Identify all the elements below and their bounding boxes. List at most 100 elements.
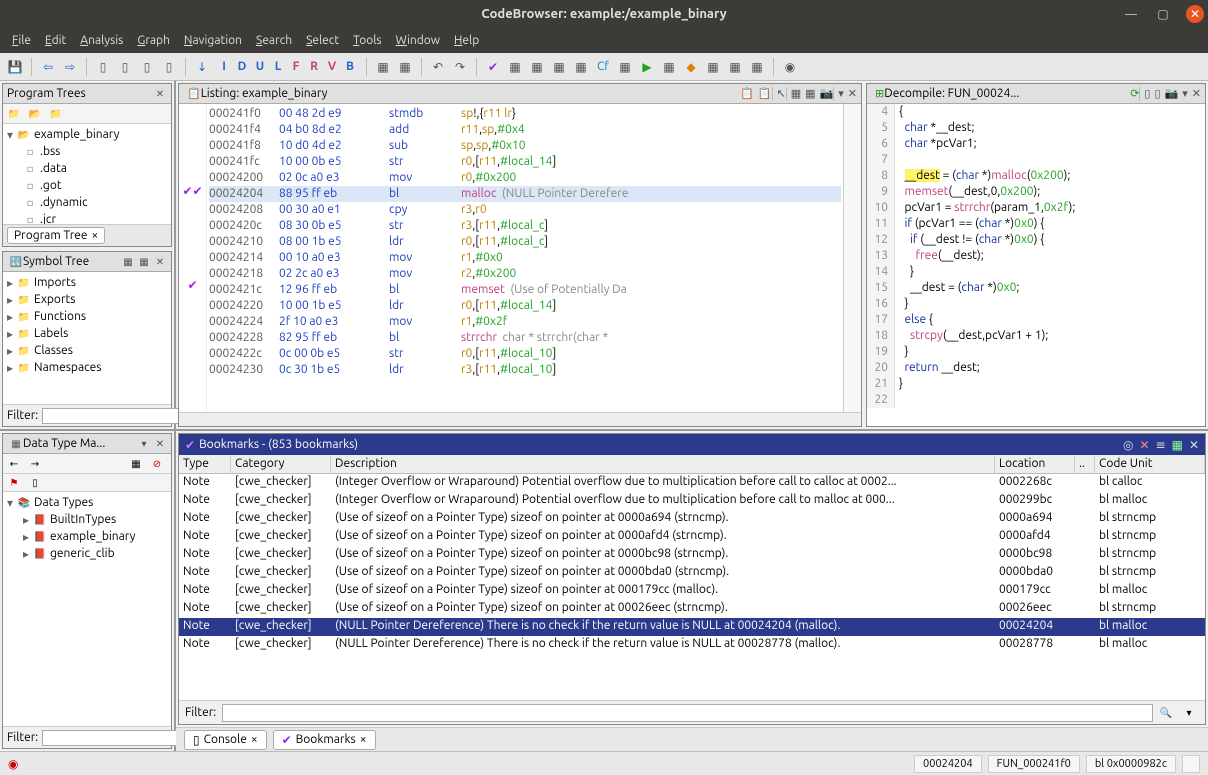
nav2-icon[interactable]: ▯ (116, 58, 134, 76)
asm-row[interactable]: 000242300c 30 1b e5ldrr3,[r11,#local_10] (209, 362, 841, 378)
bookmark-row[interactable]: Note[cwe_checker](Integer Overflow or Wr… (179, 474, 1205, 492)
symbol-folder-namespaces[interactable]: ▸📁Namespaces (5, 359, 169, 376)
toolbar-v-button[interactable]: V (323, 58, 341, 76)
decompile-line[interactable]: 16 } (867, 296, 1205, 312)
misc2-icon[interactable]: ▦ (396, 58, 414, 76)
tool12-icon[interactable]: ◉ (781, 58, 799, 76)
check-icon[interactable]: ✔ (484, 58, 502, 76)
bm-delete-icon[interactable]: ✕ (1139, 438, 1149, 452)
asm-row[interactable]: 000241f404 b0 8d e2addr11,sp,#0x4 (209, 122, 841, 138)
decompile-line[interactable]: 8 __dest = (char *)malloc(0x200); (867, 168, 1205, 184)
listing-content[interactable]: 000241f000 48 2d e9stmdbsp!,{r11 lr}0002… (207, 104, 843, 412)
toolbar-r-button[interactable]: R (305, 58, 323, 76)
bm-tool2-icon[interactable]: ≡ (1156, 438, 1166, 452)
snapshot-icon[interactable]: 📷 (820, 87, 834, 100)
bookmarks-tab[interactable]: ✔ Bookmarks × (273, 730, 376, 750)
asm-row[interactable]: 0002421802 2c a0 e3movr2,#0x200 (209, 266, 841, 282)
close-panel-icon[interactable]: ✕ (1192, 87, 1201, 100)
dtm-filter-input[interactable] (42, 730, 197, 746)
decomp-menu-icon[interactable]: ▾ (1182, 87, 1188, 100)
close-panel-icon[interactable]: ✕ (153, 255, 167, 269)
dtm-flag-icon[interactable]: ⚑ (7, 477, 21, 489)
tool9-icon[interactable]: ▦ (704, 58, 722, 76)
dtm-root[interactable]: ▾📚 Data Types (5, 494, 169, 511)
menu-help[interactable]: Help (450, 32, 483, 49)
tool8-icon[interactable]: ◆ (682, 58, 700, 76)
symbol-folder-exports[interactable]: ▸📁Exports (5, 291, 169, 308)
decompile-line[interactable]: 4{ (867, 104, 1205, 120)
back-icon[interactable]: ← (7, 458, 21, 470)
dtm-view-icon[interactable]: ▯ (28, 477, 42, 489)
symbol-filter-input[interactable] (42, 408, 197, 424)
tab-close-icon[interactable]: × (92, 229, 99, 242)
bookmark-row[interactable]: Note[cwe_checker](Use of sizeof on a Poi… (179, 564, 1205, 582)
menu-select[interactable]: Select (302, 32, 343, 49)
symbol-tool2-icon[interactable]: ▦ (137, 255, 151, 269)
bookmark-marker-icon[interactable]: ✔ (179, 278, 206, 294)
col-description[interactable]: Description (331, 455, 995, 473)
asm-row[interactable]: 0002421008 00 1b e5ldrr0,[r11,#local_c] (209, 234, 841, 250)
dtm-filter-icon[interactable]: ⊘ (150, 458, 164, 470)
symbol-folder-classes[interactable]: ▸📁Classes (5, 342, 169, 359)
h-scrollbar[interactable] (179, 412, 861, 426)
decompile-line[interactable]: 20 return __dest; (867, 360, 1205, 376)
decompile-line[interactable]: 12 if (__dest != (char *)0x0) { (867, 232, 1205, 248)
menu-search[interactable]: Search (252, 32, 296, 49)
bm-select-icon[interactable]: ▦ (1172, 438, 1183, 452)
dtm-item[interactable]: ▸📕BuiltInTypes (5, 511, 169, 528)
tool2-icon[interactable]: ▦ (528, 58, 546, 76)
bookmark-row[interactable]: Note[cwe_checker](Use of sizeof on a Poi… (179, 546, 1205, 564)
decompile-line[interactable]: 17 else { (867, 312, 1205, 328)
tree-section[interactable]: ▫.dynamic (5, 194, 169, 211)
close-panel-icon[interactable]: ✕ (153, 87, 167, 101)
tool11-icon[interactable]: ▦ (748, 58, 766, 76)
maximize-button[interactable]: ▢ (1154, 5, 1172, 23)
toolbar-u-button[interactable]: U (251, 58, 269, 76)
run-icon[interactable]: ▶ (638, 58, 656, 76)
filter-icon[interactable]: 🔍 (1159, 707, 1173, 719)
tree-section[interactable]: ▫.bss (5, 143, 169, 160)
decompile-line[interactable]: 15 __dest = (char *)0x0; (867, 280, 1205, 296)
export-icon[interactable]: ▯ (1144, 87, 1150, 100)
misc1-icon[interactable]: ▦ (374, 58, 392, 76)
refresh-icon[interactable]: ⟳ (1130, 87, 1139, 100)
decompile-content[interactable]: 4{5 char *__dest;6 char *pcVar1;7 8 __de… (867, 104, 1205, 426)
bookmarks-table-header[interactable]: Type Category Description Location .. Co… (179, 455, 1205, 474)
decompile-line[interactable]: 13 free(__dest); (867, 248, 1205, 264)
forward-icon[interactable]: ⇨ (61, 58, 79, 76)
redo-icon[interactable]: ↷ (451, 58, 469, 76)
menu-graph[interactable]: Graph (133, 32, 174, 49)
bookmark-row[interactable]: Note[cwe_checker](Use of sizeof on a Poi… (179, 510, 1205, 528)
asm-row[interactable]: 000241f810 d0 4d e2subsp,sp,#0x10 (209, 138, 841, 154)
tool4-icon[interactable]: ▦ (572, 58, 590, 76)
decompile-line[interactable]: 14 } (867, 264, 1205, 280)
col-dots[interactable]: .. (1075, 455, 1095, 473)
asm-row[interactable]: 0002420c08 30 0b e5strr3,[r11,#local_c] (209, 218, 841, 234)
folder-icon[interactable]: 📁 (7, 108, 21, 120)
toolbar-l-button[interactable]: L (269, 58, 287, 76)
decompile-line[interactable]: 22 (867, 392, 1205, 408)
close-button[interactable]: ✕ (1186, 5, 1204, 23)
dtm-tool-icon[interactable]: ▦ (129, 458, 143, 470)
listing-tool2-icon[interactable]: ▦ (805, 87, 815, 100)
console-tab[interactable]: ▯ Console × (184, 730, 267, 750)
bm-tool1-icon[interactable]: ◎ (1123, 438, 1133, 452)
decompile-line[interactable]: 10 pcVar1 = strrchr(param_1,0x2f); (867, 200, 1205, 216)
dtm-item[interactable]: ▸📕example_binary (5, 528, 169, 545)
nav3-icon[interactable]: ▯ (138, 58, 156, 76)
folder-open-icon[interactable]: 📂 (28, 108, 42, 120)
bookmark-row[interactable]: Note[cwe_checker](Integer Overflow or Wr… (179, 492, 1205, 510)
tool7-icon[interactable]: ▦ (660, 58, 678, 76)
export2-icon[interactable]: ▯ (1154, 87, 1160, 100)
dtm-item[interactable]: ▸📕generic_clib (5, 545, 169, 562)
asm-row[interactable]: 0002420002 0c a0 e3movr0,#0x200 (209, 170, 841, 186)
menu-edit[interactable]: Edit (41, 32, 70, 49)
listing-menu-icon[interactable]: ▾ (838, 87, 844, 100)
menu-analysis[interactable]: Analysis (76, 32, 127, 49)
close-panel-icon[interactable]: ✕ (848, 87, 857, 100)
save-icon[interactable]: 💾 (6, 58, 24, 76)
listing-tool1-icon[interactable]: ▦ (791, 87, 801, 100)
tree-root[interactable]: ▾📂 example_binary (5, 126, 169, 143)
paste-icon[interactable]: 📋 (758, 87, 772, 100)
bookmark-row[interactable]: Note[cwe_checker](NULL Pointer Dereferen… (179, 618, 1205, 636)
